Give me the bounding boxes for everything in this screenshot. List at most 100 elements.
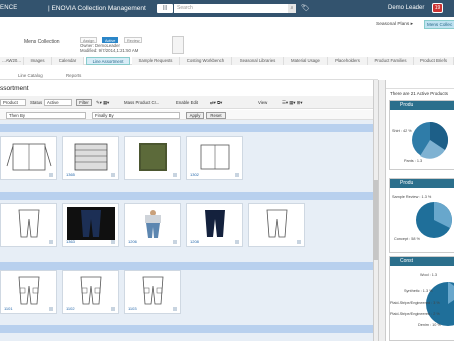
chart-panel-3: Const Wool : 1.3 Synthetic : 1.3 % Plaid…	[389, 256, 454, 341]
product-card[interactable]	[124, 136, 181, 180]
product-id[interactable]: 1103	[128, 306, 137, 311]
product-action-icon[interactable]	[173, 173, 177, 177]
tab-images[interactable]: Images	[24, 57, 52, 65]
product-id[interactable]: 1365	[66, 172, 75, 177]
filter-button[interactable]: Filter	[76, 99, 92, 106]
collection-thumbnail	[172, 36, 184, 54]
product-id[interactable]: 1206	[128, 239, 137, 244]
tab-aw[interactable]: ...AW20...	[0, 57, 24, 65]
finally-by-select[interactable]: Finally By	[92, 112, 180, 119]
user-menu[interactable]: Demo Leader	[388, 5, 424, 11]
status-select[interactable]: Active	[44, 99, 72, 106]
product-card[interactable]: 1302	[186, 136, 243, 180]
owner-info: Owner: DemoLeader Modified: 9/7/2014,1:2…	[80, 43, 138, 53]
app-title: | ENOVIA Collection Management	[48, 5, 146, 12]
product-id[interactable]: 1363	[66, 239, 75, 244]
tab-bar: ...AW20... Images Calendar Line Assortme…	[0, 56, 454, 66]
active-count: There are 21 Active Products	[390, 91, 449, 96]
tab-product-briefs[interactable]: Product Briefs	[414, 57, 454, 65]
pie-label: Denim : 10 %	[418, 323, 441, 327]
action-icons[interactable]: ✎▾ ▦▾	[96, 99, 109, 106]
product-grid: 1365 1302 1363 1206 1208 1101 1102 1103	[0, 120, 373, 341]
product-image	[18, 209, 40, 238]
tab-placeholders[interactable]: Placeholders	[328, 57, 368, 65]
sort-bar: Then By Finally By Apply Reset	[0, 110, 378, 120]
pie-label: Pants : 1.3	[404, 159, 423, 163]
pie-label: Wool : 1.3	[420, 273, 438, 277]
pie-label: Plaid-Stripe/Engineered : 3 %	[390, 301, 440, 305]
product-image	[18, 276, 40, 305]
group-band[interactable]	[0, 124, 373, 132]
product-card[interactable]: 1101	[0, 270, 57, 314]
product-id[interactable]: 1101	[4, 306, 13, 311]
search-icon[interactable]: ⌕	[288, 4, 296, 13]
product-action-icon[interactable]	[173, 307, 177, 311]
subtab-reports[interactable]: Reports	[66, 72, 81, 79]
tab-product-families[interactable]: Product Families	[368, 57, 414, 65]
product-action-icon[interactable]	[111, 307, 115, 311]
product-card[interactable]	[248, 203, 305, 247]
chart-panel-2: Produ Sample Review : 1.3 % Concept : 58…	[389, 178, 454, 253]
tab-material-usage[interactable]: Material Usage	[284, 57, 328, 65]
panel-title: Produ	[390, 101, 454, 110]
collection-title: Mens Collection	[24, 39, 60, 45]
tag-icon[interactable]: 🏷	[301, 4, 310, 13]
product-select[interactable]: Product	[0, 99, 26, 106]
search-type-dropdown[interactable]: |||	[157, 4, 173, 13]
product-action-icon[interactable]	[111, 173, 115, 177]
enable-edit-button[interactable]: Enable Edit	[176, 99, 198, 106]
product-card[interactable]: 1365	[62, 136, 119, 180]
panel-title: Produ	[390, 179, 454, 188]
pie-label: Plaid-Stripe/Engineered : 2 %	[390, 312, 440, 316]
product-image	[6, 143, 52, 171]
product-id[interactable]: 1208	[190, 239, 199, 244]
product-card[interactable]: 1363	[62, 203, 119, 247]
subtab-bar: Line Catalog Reports	[0, 71, 378, 80]
tab-seasonal-libraries[interactable]: Seasonal Libraries	[232, 57, 284, 65]
product-id[interactable]: 1102	[66, 306, 75, 311]
panel-splitter[interactable]	[378, 80, 386, 341]
panel-header	[386, 80, 454, 89]
product-action-icon[interactable]	[111, 240, 115, 244]
modified-line: Modified: 9/7/2014,1:21:50 AM	[80, 48, 139, 54]
tab-sample-requests[interactable]: Sample Requests	[132, 57, 180, 65]
more-icons[interactable]: ⇄▾ ⧉▾	[210, 99, 222, 106]
product-card[interactable]: 1206	[124, 203, 181, 247]
mens-collection-button[interactable]: Mens Collec	[424, 20, 454, 29]
tab-line-assortment[interactable]: Line Assortment	[86, 57, 130, 65]
product-action-icon[interactable]	[49, 240, 53, 244]
search-input[interactable]: Search	[174, 4, 296, 13]
notification-badge[interactable]: 19	[432, 3, 443, 13]
panel-title: Const	[390, 257, 454, 266]
product-image	[74, 143, 108, 171]
pie-label: Shirt : 42 %	[392, 129, 412, 133]
product-action-icon[interactable]	[235, 240, 239, 244]
product-card[interactable]: 1208	[186, 203, 243, 247]
reset-button[interactable]: Reset	[206, 112, 226, 119]
tab-costing-workbench[interactable]: Costing Workbench	[180, 57, 232, 65]
product-action-icon[interactable]	[235, 173, 239, 177]
product-card[interactable]	[0, 136, 57, 180]
group-band[interactable]	[0, 325, 373, 333]
product-action-icon[interactable]	[173, 240, 177, 244]
product-action-icon[interactable]	[49, 173, 53, 177]
group-band[interactable]	[0, 192, 373, 200]
product-card[interactable]	[0, 203, 57, 247]
product-action-icon[interactable]	[49, 307, 53, 311]
tab-calendar[interactable]: Calendar	[52, 57, 84, 65]
view-button[interactable]: View	[258, 99, 267, 106]
product-card[interactable]: 1103	[124, 270, 181, 314]
product-card[interactable]: 1102	[62, 270, 119, 314]
then-by-select[interactable]: Then By	[6, 112, 86, 119]
group-band[interactable]	[0, 262, 373, 270]
apply-button[interactable]: Apply	[186, 112, 204, 119]
product-image	[67, 207, 115, 240]
layout-icons[interactable]: ☰▾ ▦▾ ⊞▾	[282, 99, 302, 106]
mass-product-button[interactable]: Mass Product Cr...	[124, 99, 159, 106]
product-image	[200, 144, 230, 170]
product-action-icon[interactable]	[297, 240, 301, 244]
chart-panel-1: Produ Shirt : 42 % Pants : 1.3	[389, 100, 454, 170]
product-id[interactable]: 1302	[190, 172, 199, 177]
seasonal-plans-link[interactable]: Seasonal Plans ▸	[376, 22, 413, 27]
subtab-line-catalog[interactable]: Line Catalog	[18, 72, 43, 79]
